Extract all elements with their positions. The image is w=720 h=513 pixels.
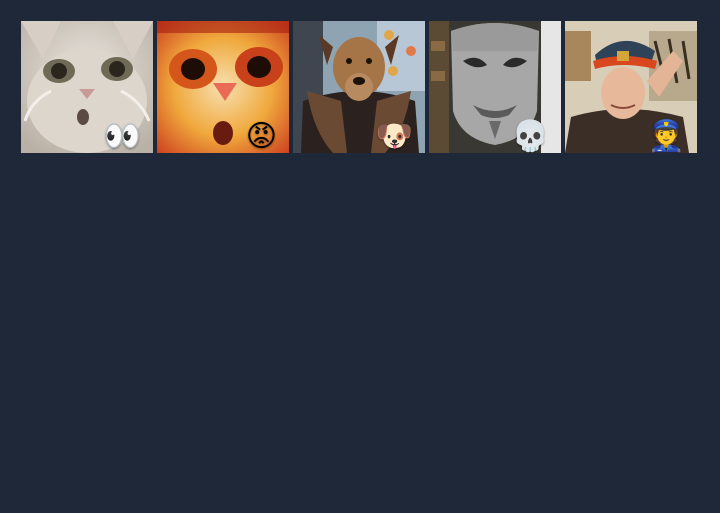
sticker-picker-row: 👀 😡 🐶 💀 👮 bbox=[21, 21, 697, 153]
angry-face-emoji-badge: 😡 bbox=[245, 119, 277, 153]
police-officer-emoji-badge: 👮 bbox=[647, 119, 685, 153]
sticker-dog-in-coat[interactable]: 🐶 bbox=[293, 21, 425, 153]
eyes-emoji-badge: 👀 bbox=[103, 119, 141, 153]
sticker-surprised-cat[interactable]: 👀 bbox=[21, 21, 153, 153]
sticker-saluting-officer[interactable]: 👮 bbox=[565, 21, 697, 153]
dog-face-emoji-badge: 🐶 bbox=[375, 119, 413, 153]
sticker-angry-cat[interactable]: 😡 bbox=[157, 21, 289, 153]
skull-emoji-badge: 💀 bbox=[511, 119, 549, 153]
sticker-mask[interactable]: 💀 bbox=[429, 21, 561, 153]
